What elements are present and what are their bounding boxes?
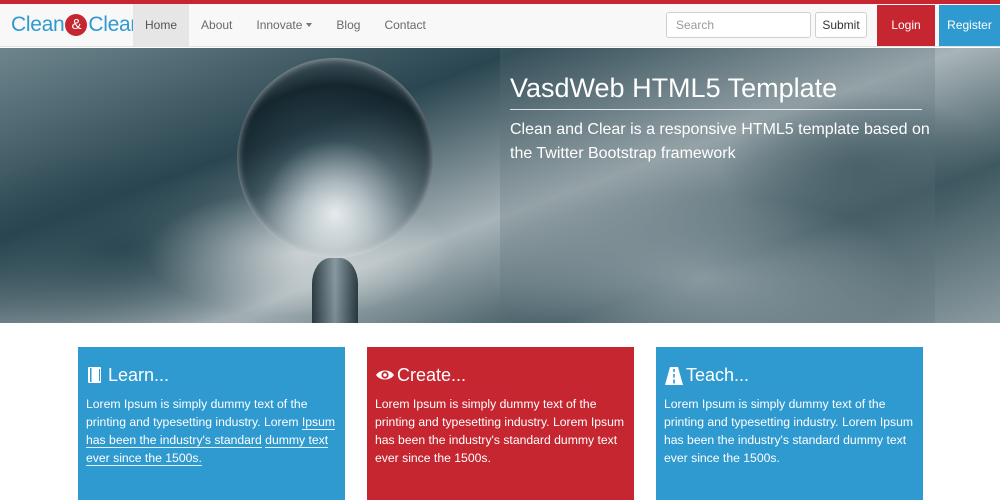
main-nav: Home About Innovate Blog Contact: [133, 4, 438, 46]
register-button[interactable]: Register: [939, 5, 1000, 46]
brand-ampersand: &: [65, 14, 88, 36]
card-title: Teach...: [686, 364, 750, 385]
nav-about-label: About: [201, 18, 233, 32]
nav-home[interactable]: Home: [133, 4, 190, 46]
road-icon: [664, 366, 683, 385]
feature-card-create: Create... Lorem Ipsum is simply dummy te…: [367, 347, 634, 500]
nav-innovate-dropdown[interactable]: Innovate: [244, 4, 324, 46]
hero-subtitle: Clean and Clear is a responsive HTML5 te…: [510, 121, 930, 162]
submit-button[interactable]: Submit: [815, 12, 867, 38]
card-text: Lorem Ipsum is simply dummy text of the …: [375, 397, 625, 465]
card-title: Create...: [397, 364, 467, 385]
water-drop-image: [237, 58, 433, 258]
nav-contact[interactable]: Contact: [372, 4, 437, 46]
nav-home-label: Home: [145, 18, 178, 32]
navbar: Clean & Clear Home About Innovate Blog Con…: [0, 4, 1000, 47]
feature-card-learn: Learn... Lorem Ipsum is simply dummy tex…: [78, 347, 345, 500]
nav-about[interactable]: About: [189, 4, 244, 46]
book-icon: [86, 366, 104, 384]
nav-innovate-label: Innovate: [256, 18, 303, 32]
card-title: Learn...: [108, 364, 170, 385]
login-button[interactable]: Login: [877, 5, 935, 46]
hero-divider: [510, 109, 922, 110]
nav-blog[interactable]: Blog: [324, 4, 372, 46]
water-splash-image: [312, 258, 358, 323]
nav-contact-label: Contact: [384, 18, 426, 32]
nav-blog-label: Blog: [336, 18, 361, 32]
eye-icon: [375, 366, 394, 384]
hero-title: VasdWeb HTML5 Template: [510, 73, 838, 103]
hero-banner: VasdWeb HTML5 Template Clean and Clear i…: [0, 48, 1000, 323]
brand-text-clear: Clear: [88, 13, 138, 36]
search-input[interactable]: [666, 12, 811, 38]
feature-card-teach: Teach... Lorem Ipsum is simply dummy tex…: [656, 347, 923, 500]
caret-down-icon: [306, 23, 313, 27]
card-text: Lorem Ipsum is simply dummy text of the …: [664, 397, 914, 465]
card-text: Lorem Ipsum is simply dummy text of the …: [86, 397, 336, 466]
brand-text-clean: Clean: [11, 13, 65, 36]
brand-logo[interactable]: Clean & Clear: [11, 13, 137, 37]
